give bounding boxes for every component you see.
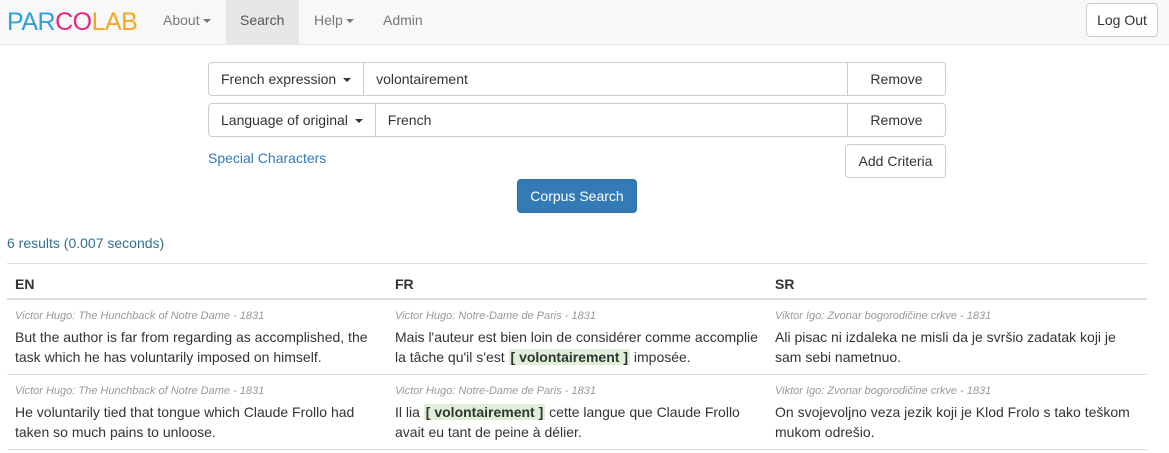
column-header-sr: SR — [775, 276, 795, 292]
cell-en: Victor Hugo: The Hunchback of Notre Dame… — [7, 300, 387, 374]
column-header-fr: FR — [395, 276, 414, 292]
remove-criteria-button[interactable]: Remove — [848, 62, 946, 96]
cell-sr: Viktor Igo: Zvonar bogorodičine crkve - … — [767, 300, 1147, 374]
criteria-row-1: French expression volontairement Remove — [208, 62, 946, 96]
source-meta: Victor Hugo: Notre-Dame de Paris - 1831 — [395, 310, 596, 322]
criteria-field-dropdown[interactable]: Language of original — [208, 103, 376, 137]
source-meta: Victor Hugo: Notre-Dame de Paris - 1831 — [395, 385, 596, 397]
cell-fr: Victor Hugo: Notre-Dame de Paris - 1831 … — [387, 300, 767, 374]
sentence-text: He voluntarily tied that tongue which Cl… — [15, 404, 355, 440]
sentence-text: On svojevoljno veza jezik koji je Klod F… — [775, 404, 1130, 440]
source-meta: Viktor Igo: Zvonar bogorodičine crkve - … — [775, 310, 992, 322]
nav-search[interactable]: Search — [226, 0, 299, 44]
source-meta: Victor Hugo: The Hunchback of Notre Dame… — [15, 310, 265, 322]
logout-button[interactable]: Log Out — [1086, 3, 1158, 37]
sentence-before: Il lia — [395, 404, 424, 420]
table-row: Victor Hugo: The Hunchback of Notre Dame… — [7, 300, 1147, 375]
table-row: Victor Hugo: The Hunchback of Notre Dame… — [7, 375, 1147, 450]
chevron-down-icon — [345, 19, 354, 24]
brand-part-2: CO — [55, 8, 92, 36]
source-meta: Victor Hugo: The Hunchback of Notre Dame… — [15, 385, 265, 397]
sentence-text: Il lia [ volontairement ] cette langue q… — [395, 402, 759, 442]
criteria-field-label: Language of original — [221, 112, 348, 128]
nav-help[interactable]: Help — [300, 0, 368, 44]
chevron-down-icon — [202, 19, 211, 24]
nav-search-label: Search — [240, 12, 285, 28]
sentence-text: Ali pisac ni izdaleka ne misli da je svr… — [775, 329, 1116, 365]
criteria-field-label: French expression — [221, 71, 337, 87]
remove-criteria-button[interactable]: Remove — [848, 103, 946, 137]
criteria-field-dropdown[interactable]: French expression — [208, 62, 365, 96]
source-meta: Viktor Igo: Zvonar bogorodičine crkve - … — [775, 385, 992, 397]
corpus-search-button[interactable]: Corpus Search — [517, 179, 637, 213]
criteria-value-input[interactable]: French — [375, 103, 848, 137]
nav-about-label: About — [163, 12, 200, 28]
column-header-en: EN — [15, 276, 35, 292]
navbar: PARCOLAB About Search Help Admin Log Out — [0, 0, 1169, 45]
nav-help-label: Help — [314, 12, 343, 28]
results-table: EN FR SR Victor Hugo: The Hunchback of N… — [7, 263, 1147, 450]
sentence-text: Mais l'auteur est bien loin de considére… — [395, 327, 759, 367]
brand-part-1: PAR — [7, 8, 56, 36]
nav-admin[interactable]: Admin — [369, 0, 437, 44]
match-highlight: [ volontairement ] — [508, 349, 630, 365]
add-criteria-button[interactable]: Add Criteria — [845, 144, 946, 178]
cell-sr: Viktor Igo: Zvonar bogorodičine crkve - … — [767, 375, 1147, 449]
criteria-row-2: Language of original French Remove — [208, 103, 946, 137]
sentence-text: But the author is far from regarding as … — [15, 329, 368, 365]
brand-part-3: LAB — [91, 8, 138, 36]
match-highlight: [ volontairement ] — [423, 404, 546, 420]
cell-en: Victor Hugo: The Hunchback of Notre Dame… — [7, 375, 387, 449]
nav-about[interactable]: About — [149, 0, 225, 44]
cell-fr: Victor Hugo: Notre-Dame de Paris - 1831 … — [387, 375, 767, 449]
criteria-value-input[interactable]: volontairement — [364, 62, 848, 96]
chevron-down-icon — [354, 119, 363, 124]
chevron-down-icon — [343, 78, 352, 83]
table-header: EN FR SR — [7, 264, 1147, 300]
sentence-after: imposée. — [630, 349, 691, 365]
results-summary: 6 results (0.007 seconds) — [7, 235, 165, 251]
special-characters-link[interactable]: Special Characters — [208, 150, 326, 166]
brand-logo[interactable]: PARCOLAB — [7, 7, 138, 37]
nav-admin-label: Admin — [383, 12, 423, 28]
